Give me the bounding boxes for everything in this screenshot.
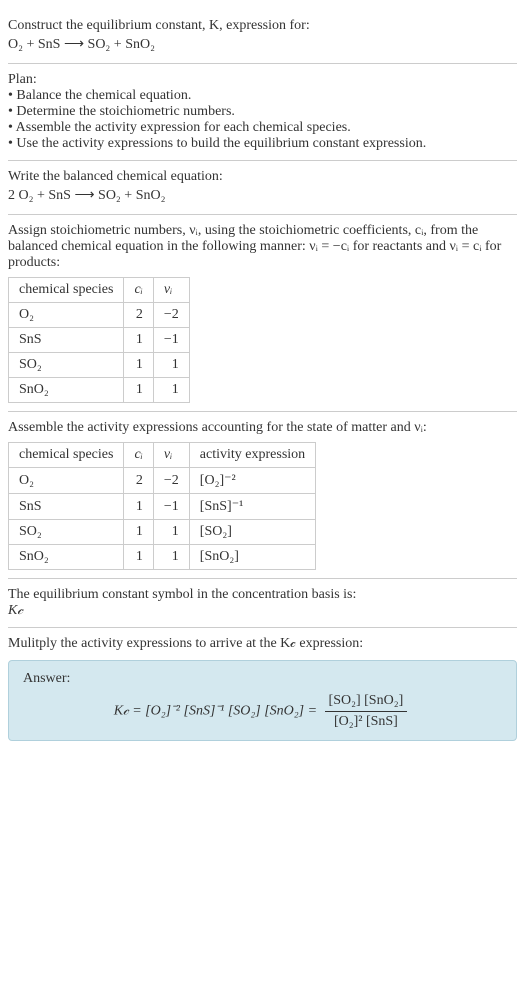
section-intro: Construct the equilibrium constant, K, e… — [8, 8, 517, 64]
fraction-numerator: [SO₂] [SnO₂] — [325, 693, 408, 712]
activity-cell: [O₂]⁻² — [189, 468, 315, 494]
plan-bullet-2: • Determine the stoichiometric numbers. — [8, 104, 517, 120]
answer-label: Answer: — [23, 671, 502, 687]
vi-cell: −1 — [153, 328, 189, 353]
balanced-equation: 2 O₂ + SnS ⟶ SO₂ + SnO₂ — [8, 187, 517, 204]
vi-cell: 1 — [153, 545, 189, 570]
species-cell: SnO₂ — [9, 378, 124, 403]
activity-table: chemical species cᵢ νᵢ activity expressi… — [8, 442, 316, 570]
balanced-label: Write the balanced chemical equation: — [8, 169, 517, 185]
section-plan: Plan: • Balance the chemical equation. •… — [8, 64, 517, 161]
ci-cell: 1 — [124, 494, 153, 520]
species-cell: SnO₂ — [9, 545, 124, 570]
vi-cell: 1 — [153, 520, 189, 545]
initial-equation: O₂ + SnS ⟶ SO₂ + SnO₂ — [8, 36, 517, 53]
intro-text: Construct the equilibrium constant, K, e… — [8, 18, 517, 34]
col-activity: activity expression — [189, 443, 315, 468]
ci-cell: 1 — [124, 353, 153, 378]
col-species: chemical species — [9, 443, 124, 468]
species-cell: O₂ — [9, 303, 124, 328]
activity-cell: [SnS]⁻¹ — [189, 494, 315, 520]
col-ci: cᵢ — [124, 278, 153, 303]
species-cell: SO₂ — [9, 353, 124, 378]
table-row: SnO₂ 1 1 — [9, 378, 190, 403]
table-row: SnS 1 −1 — [9, 328, 190, 353]
ci-cell: 1 — [124, 328, 153, 353]
table-row: O₂ 2 −2 [O₂]⁻² — [9, 468, 316, 494]
stoich-table: chemical species cᵢ νᵢ O₂ 2 −2 SnS 1 −1 … — [8, 277, 190, 403]
ci-cell: 1 — [124, 545, 153, 570]
ci-cell: 1 — [124, 378, 153, 403]
section-symbol: The equilibrium constant symbol in the c… — [8, 579, 517, 628]
section-balanced: Write the balanced chemical equation: 2 … — [8, 161, 517, 215]
plan-bullet-4: • Use the activity expressions to build … — [8, 136, 517, 152]
col-vi: νᵢ — [153, 278, 189, 303]
species-cell: SnS — [9, 328, 124, 353]
table-header-row: chemical species cᵢ νᵢ — [9, 278, 190, 303]
activity-cell: [SO₂] — [189, 520, 315, 545]
table-header-row: chemical species cᵢ νᵢ activity expressi… — [9, 443, 316, 468]
table-row: SO₂ 1 1 [SO₂] — [9, 520, 316, 545]
vi-cell: 1 — [153, 353, 189, 378]
section-stoich-numbers: Assign stoichiometric numbers, νᵢ, using… — [8, 215, 517, 412]
species-cell: SnS — [9, 494, 124, 520]
stoich-text: Assign stoichiometric numbers, νᵢ, using… — [8, 223, 517, 271]
table-row: SO₂ 1 1 — [9, 353, 190, 378]
vi-cell: 1 — [153, 378, 189, 403]
ci-cell: 2 — [124, 468, 153, 494]
col-vi: νᵢ — [153, 443, 189, 468]
plan-label: Plan: — [8, 72, 517, 88]
ci-cell: 1 — [124, 520, 153, 545]
ci-cell: 2 — [124, 303, 153, 328]
plan-bullet-3: • Assemble the activity expression for e… — [8, 120, 517, 136]
section-activity: Assemble the activity expressions accoun… — [8, 412, 517, 579]
vi-cell: −1 — [153, 494, 189, 520]
species-cell: O₂ — [9, 468, 124, 494]
answer-fraction: [SO₂] [SnO₂] [O₂]² [SnS] — [325, 693, 408, 730]
fraction-denominator: [O₂]² [SnS] — [325, 712, 408, 730]
answer-lhs: K𝒸 = [O₂]⁻² [SnS]⁻¹ [SO₂] [SnO₂] = — [114, 704, 321, 719]
activity-cell: [SnO₂] — [189, 545, 315, 570]
activity-text: Assemble the activity expressions accoun… — [8, 420, 517, 436]
final-text: Mulitply the activity expressions to arr… — [8, 636, 517, 652]
answer-equation: K𝒸 = [O₂]⁻² [SnS]⁻¹ [SO₂] [SnO₂] = [SO₂]… — [23, 693, 502, 730]
table-row: SnO₂ 1 1 [SnO₂] — [9, 545, 316, 570]
intro-prefix: Construct the equilibrium constant, K, e… — [8, 18, 310, 33]
symbol-text: The equilibrium constant symbol in the c… — [8, 587, 517, 603]
vi-cell: −2 — [153, 468, 189, 494]
species-cell: SO₂ — [9, 520, 124, 545]
symbol-kc: K𝒸 — [8, 603, 517, 619]
vi-cell: −2 — [153, 303, 189, 328]
col-species: chemical species — [9, 278, 124, 303]
table-row: O₂ 2 −2 — [9, 303, 190, 328]
col-ci: cᵢ — [124, 443, 153, 468]
section-final: Mulitply the activity expressions to arr… — [8, 628, 517, 741]
plan-bullet-1: • Balance the chemical equation. — [8, 88, 517, 104]
answer-box: Answer: K𝒸 = [O₂]⁻² [SnS]⁻¹ [SO₂] [SnO₂]… — [8, 660, 517, 741]
table-row: SnS 1 −1 [SnS]⁻¹ — [9, 494, 316, 520]
